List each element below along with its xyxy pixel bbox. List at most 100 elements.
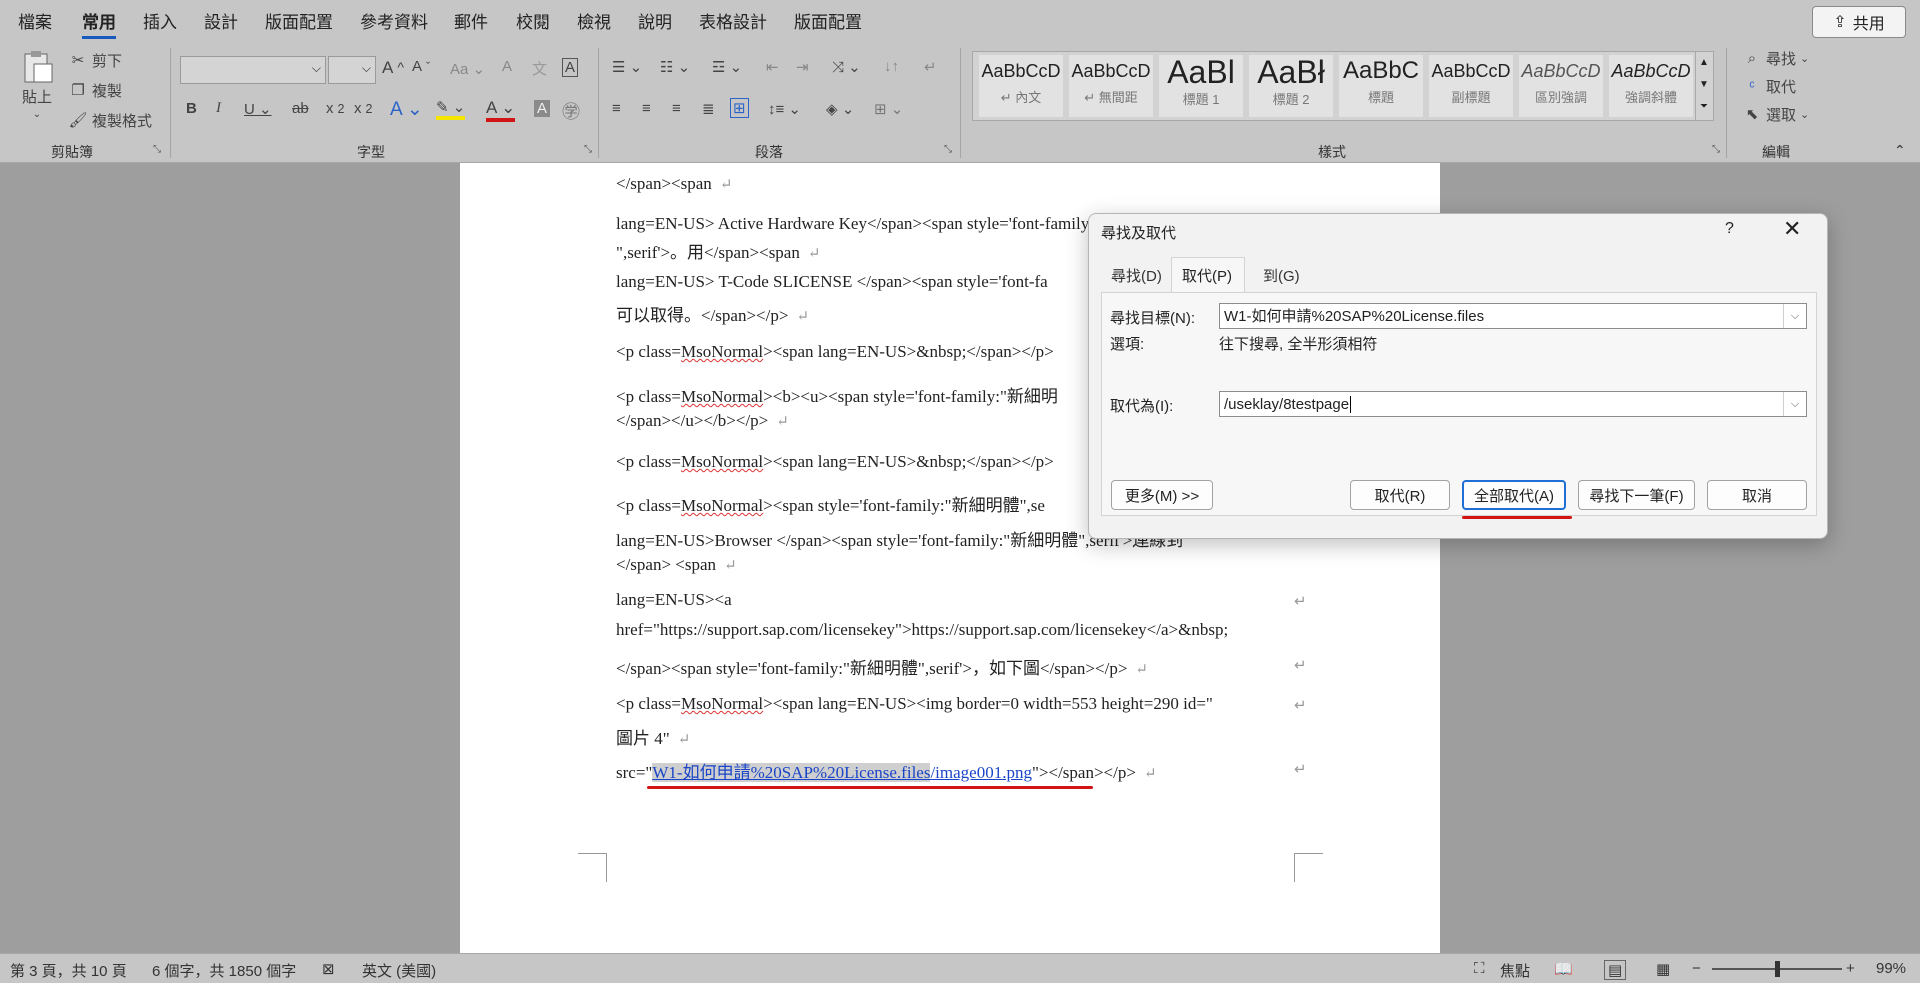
tab-design[interactable]: 設計 (204, 8, 238, 33)
doc-line[interactable]: lang=EN-US> T-Code SLICENSE </span><span… (616, 272, 1048, 292)
find-button[interactable]: ⌕ 尋找 ⌄ (1742, 48, 1809, 69)
doc-line[interactable]: <p class=MsoNormal><span lang=EN-US>&nbs… (616, 452, 1054, 472)
replace-button[interactable]: 取代(R) (1350, 480, 1450, 510)
doc-line[interactable]: 可以取得。</span></p> ↵ (616, 301, 809, 326)
close-icon[interactable]: ✕ (1783, 216, 1801, 242)
highlight-icon[interactable]: ✎ ⌄ (436, 98, 466, 120)
text-effects-icon[interactable]: A ⌄ (390, 98, 423, 121)
tab-references[interactable]: 參考資料 (360, 8, 428, 33)
replace-with-input[interactable]: /useklay/8testpage ⌵ (1219, 391, 1807, 417)
doc-line-found-text[interactable]: src="W1-如何申請%20SAP%20License.files/image… (616, 758, 1157, 783)
align-left-icon[interactable]: ≡ (612, 100, 621, 117)
tab-layout[interactable]: 版面配置 (265, 8, 333, 33)
sort-icon[interactable]: ↓↑ (884, 58, 899, 75)
chevron-down-icon[interactable]: ▼ (1696, 74, 1712, 96)
decrease-indent-icon[interactable]: ⇤ (766, 58, 779, 76)
word-count[interactable]: 6 個字，共 1850 個字 (152, 960, 296, 981)
tab-mailings[interactable]: 郵件 (454, 8, 488, 33)
style-normal[interactable]: AaBbCcD ↵ 內文 (979, 55, 1063, 117)
doc-line[interactable]: <p class=MsoNormal><span lang=EN-US>&nbs… (616, 342, 1054, 362)
tab-table-layout[interactable]: 版面配置 (794, 8, 862, 33)
borders-icon[interactable]: ⊞ ⌄ (874, 100, 903, 118)
character-shading-icon[interactable]: A (534, 100, 551, 117)
tab-replace-active[interactable]: 取代(P) (1171, 257, 1245, 293)
change-case-icon[interactable]: Aa ⌄ (450, 60, 485, 78)
zoom-in-icon[interactable]: + (1846, 960, 1855, 977)
tab-table-design[interactable]: 表格設計 (699, 8, 767, 33)
align-right-icon[interactable]: ≡ (672, 100, 681, 117)
doc-line[interactable]: </span> <span ↵ (616, 555, 737, 575)
italic-icon[interactable]: I (216, 100, 221, 117)
dialog-launcher-icon[interactable]: ⤡ (944, 144, 952, 155)
subscript-icon[interactable]: x2 (326, 100, 344, 117)
justify-icon[interactable]: ≣ (702, 100, 715, 118)
find-next-button[interactable]: 尋找下一筆(F) (1578, 480, 1695, 510)
chevron-down-icon[interactable]: ⌵ (1783, 304, 1806, 328)
strikethrough-icon[interactable]: ab (292, 100, 309, 117)
style-no-spacing[interactable]: AaBbCcD ↵ 無間距 (1069, 55, 1153, 117)
doc-line[interactable]: <p class=MsoNormal><b><u><span style='fo… (616, 382, 1058, 407)
doc-line[interactable]: 圖片 4" ↵ (616, 724, 690, 749)
shading-icon[interactable]: ◈ ⌄ (826, 100, 854, 118)
more-button[interactable]: 更多(M) >> (1111, 480, 1213, 510)
doc-line[interactable]: </span><span style='font-family:"新細明體",s… (616, 654, 1148, 679)
zoom-slider[interactable] (1712, 961, 1842, 977)
show-marks-icon[interactable]: ↵ (924, 58, 937, 76)
asian-layout-icon[interactable]: ⤨ ⌄ (832, 58, 861, 76)
doc-line[interactable]: lang=EN-US> Active Hardware Key</span><s… (616, 209, 1169, 234)
replace-button[interactable]: ᶜ 取代 (1742, 76, 1796, 97)
font-size-select[interactable]: ⌵ (328, 56, 376, 84)
align-center-icon[interactable]: ≡ (642, 100, 651, 117)
shrink-font-icon[interactable]: Aˇ (412, 58, 430, 75)
dialog-launcher-icon[interactable]: ⤡ (1712, 144, 1720, 155)
tab-find[interactable]: 尋找(D) (1111, 265, 1162, 286)
style-heading-2[interactable]: AaBł 標題 2 (1249, 55, 1333, 117)
font-color-icon[interactable]: A ⌄ (486, 98, 516, 122)
tab-home[interactable]: 常用 (82, 8, 116, 39)
chevron-up-icon[interactable]: ▲ (1696, 52, 1712, 74)
language-indicator[interactable]: 英文 (美國) (362, 960, 436, 981)
font-name-select[interactable]: ⌵ (180, 56, 326, 84)
read-mode-icon[interactable]: 📖 (1554, 960, 1573, 978)
share-button[interactable]: ⇪ 共用 (1812, 6, 1906, 38)
line-spacing-icon[interactable]: ↕≡ ⌄ (768, 100, 801, 118)
cut-button[interactable]: ✂ 剪下 (68, 50, 122, 71)
underline-icon[interactable]: U ⌄ (244, 100, 272, 118)
print-layout-icon[interactable]: ▤ (1604, 960, 1627, 980)
more-styles-icon[interactable]: ⏷ (1696, 96, 1712, 118)
tab-review[interactable]: 校閱 (516, 8, 550, 33)
clear-format-icon[interactable]: A (502, 58, 512, 75)
enclose-character-icon[interactable]: ㊫ (562, 98, 580, 124)
focus-mode-icon[interactable]: ⛶ (1474, 960, 1485, 977)
style-subtle-emphasis[interactable]: AaBbCcD 區別強調 (1519, 55, 1603, 117)
grow-font-icon[interactable]: A ^ (382, 58, 404, 78)
paste-button[interactable]: 貼上 ⌄ (20, 50, 54, 120)
tab-view[interactable]: 檢視 (577, 8, 611, 33)
help-icon[interactable]: ? (1725, 220, 1734, 238)
dialog-launcher-icon[interactable]: ⤡ (153, 144, 161, 155)
increase-indent-icon[interactable]: ⇥ (796, 58, 809, 76)
bullets-icon[interactable]: ☰ ⌄ (612, 58, 642, 76)
character-border-icon[interactable]: A (562, 58, 579, 77)
tab-help[interactable]: 說明 (638, 8, 672, 33)
superscript-icon[interactable]: x2 (354, 100, 372, 117)
proofing-icon[interactable]: ⊠ (322, 960, 335, 978)
numbering-icon[interactable]: ☷ ⌄ (660, 58, 690, 76)
copy-button[interactable]: ❐ 複製 (68, 80, 122, 101)
tab-goto[interactable]: 到(G) (1263, 265, 1300, 286)
distributed-icon[interactable]: ⊞ (730, 98, 749, 118)
select-button[interactable]: ⬉ 選取 ⌄ (1742, 104, 1810, 125)
multilevel-list-icon[interactable]: ☲ ⌄ (712, 58, 742, 76)
collapse-ribbon-icon[interactable]: ⌃ (1894, 142, 1906, 159)
find-what-input[interactable]: W1-如何申請%20SAP%20License.files ⌵ (1219, 303, 1807, 329)
dialog-launcher-icon[interactable]: ⤡ (584, 144, 592, 155)
doc-line[interactable]: </span></u></b></p> ↵ (616, 411, 789, 431)
cancel-button[interactable]: 取消 (1707, 480, 1807, 510)
styles-scroll[interactable]: ▲ ▼ ⏷ (1695, 52, 1712, 120)
chevron-down-icon[interactable]: ⌵ (1783, 392, 1806, 416)
zoom-slider-thumb[interactable] (1774, 961, 1780, 977)
style-heading-1[interactable]: AaBl 標題 1 (1159, 55, 1243, 117)
focus-mode-label[interactable]: 焦點 (1500, 960, 1530, 981)
style-title[interactable]: AaBbC 標題 (1339, 55, 1423, 117)
zoom-level[interactable]: 99% (1876, 960, 1906, 977)
